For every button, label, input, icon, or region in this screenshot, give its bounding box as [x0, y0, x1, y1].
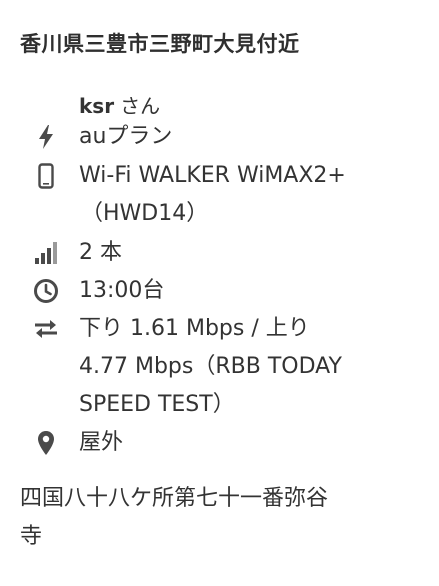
place-name-line-1: 四国八十八ケ所第七十一番弥谷	[20, 486, 329, 511]
place-type-text: 屋外	[79, 430, 124, 455]
location-title: 香川県三豊市三野町大見付近	[20, 32, 300, 56]
device-line-2: （HWD14）	[81, 201, 209, 226]
map-pin-icon	[33, 430, 59, 456]
transfer-arrows-icon	[33, 316, 59, 342]
signal-bars-icon	[33, 240, 59, 266]
speed-line-2: 4.77 Mbps（RBB TODAY	[79, 354, 342, 379]
place-name-line-2: 寺	[20, 524, 43, 549]
speed-text: 下り 1.61 Mbps / 上り 4.77 Mbps（RBB TODAY SP…	[79, 310, 419, 424]
author-suffix: さん	[120, 94, 161, 118]
author-line: ksr さん	[79, 90, 160, 119]
smartphone-icon	[33, 163, 59, 189]
speed-line-1: 下り 1.61 Mbps / 上り	[79, 316, 310, 341]
device-line-1: Wi-Fi WALKER WiMAX2+	[79, 163, 346, 188]
speed-report-card: 香川県三豊市三野町大見付近 ksr さん auプラン Wi-Fi WALKER W…	[0, 0, 439, 586]
place-name: 四国八十八ケ所第七十一番弥谷 寺	[20, 480, 420, 556]
lightning-icon	[33, 124, 59, 150]
speed-line-3: SPEED TEST）	[79, 392, 235, 417]
device-text: Wi-Fi WALKER WiMAX2+ （HWD14）	[79, 157, 419, 233]
signal-text: 2 本	[79, 240, 122, 265]
clock-icon	[33, 278, 59, 304]
time-text: 13:00台	[79, 278, 165, 303]
plan-text: auプラン	[79, 124, 173, 149]
author-name[interactable]: ksr	[79, 94, 114, 118]
